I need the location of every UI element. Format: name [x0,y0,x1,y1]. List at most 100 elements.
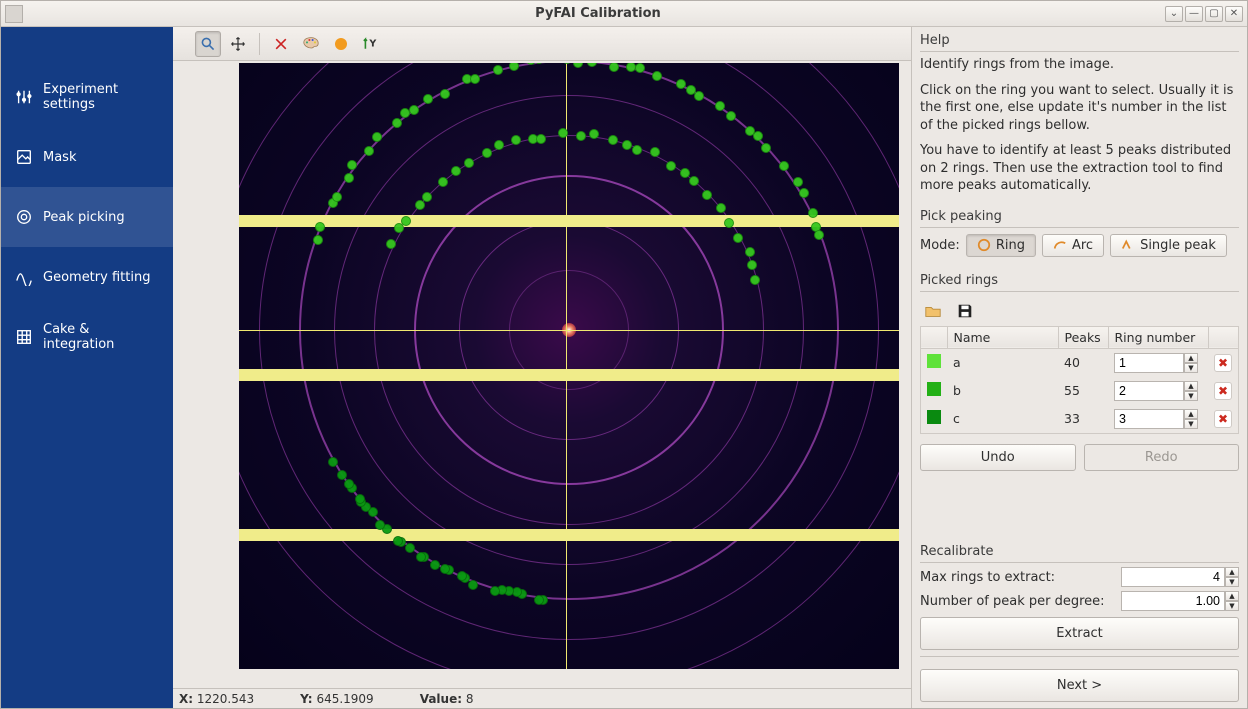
zoom-icon [200,36,216,52]
axis-button[interactable]: Y [358,31,384,57]
window-close-button[interactable]: ✕ [1225,6,1243,22]
sidebar-item-label: Mask [43,150,76,165]
open-button[interactable] [922,300,944,322]
col-ring[interactable]: Ring number [1108,326,1208,348]
sliders-icon [15,88,33,106]
picked-panel: Picked rings Name Peaks Ring number a40▲… [920,273,1239,538]
zoom-button[interactable] [195,31,221,57]
mode-arc-button[interactable]: Arc [1042,234,1104,257]
grid-icon [15,328,33,346]
delete-ring-button[interactable]: ✖ [1214,382,1232,400]
ring-up[interactable]: ▲ [1184,409,1198,419]
sidebar-item-label: Geometry fitting [43,270,150,285]
axis-icon: Y [362,36,380,52]
window-title: PyFAI Calibration [31,6,1165,21]
ppd-input[interactable] [1121,591,1225,611]
mode-row: Mode: Ring Arc Single peak [920,234,1239,257]
color-swatch [927,354,941,368]
max-rings-down[interactable]: ▼ [1225,577,1239,587]
curve-icon [15,268,33,286]
circle-icon [335,38,347,50]
window-maximize-button[interactable]: ▢ [1205,6,1223,22]
ppd-down[interactable]: ▼ [1225,601,1239,611]
app-icon [5,5,23,23]
redo-button[interactable]: Redo [1084,444,1240,471]
help-title: Help [920,33,1239,52]
clear-button[interactable] [268,31,294,57]
table-row[interactable]: c33▲▼✖ [921,405,1239,434]
window-buttons: ⌄ — ▢ ✕ [1165,6,1243,22]
mask-icon [15,148,33,166]
svg-text:Y: Y [368,38,377,49]
ring-down[interactable]: ▼ [1184,419,1198,429]
ppd-label: Number of peak per degree: [920,594,1105,609]
picked-tools [920,296,1239,326]
window-minimize-button[interactable]: — [1185,6,1203,22]
crosshair-vertical [566,63,567,669]
app-body: Experiment settings Mask Peak picking Ge… [1,27,1247,708]
extract-button[interactable]: Extract [920,617,1239,650]
ring-name: a [947,348,1058,377]
col-peaks[interactable]: Peaks [1058,326,1108,348]
ring-up[interactable]: ▲ [1184,381,1198,391]
max-rings-up[interactable]: ▲ [1225,567,1239,577]
sidebar-item-label: Experiment settings [43,82,159,112]
delete-ring-button[interactable]: ✖ [1214,410,1232,428]
sidebar-item-mask[interactable]: Mask [1,127,173,187]
app-window: PyFAI Calibration ⌄ — ▢ ✕ Experiment set… [0,0,1248,709]
color-swatch [927,382,941,396]
table-row[interactable]: a40▲▼✖ [921,348,1239,377]
ring-number-input[interactable] [1114,409,1184,429]
status-value: Value: 8 [420,692,474,706]
undo-redo-row: Undo Redo [920,444,1239,471]
color-swatch [927,410,941,424]
help-panel: Help Identify rings from the image. Clic… [920,33,1239,203]
sidebar-item-cake[interactable]: Cake & integration [1,307,173,367]
x-icon [273,36,289,52]
undo-button[interactable]: Undo [920,444,1076,471]
plot-area [173,61,911,688]
right-panel: Help Identify rings from the image. Clic… [911,27,1247,708]
arc-icon [1053,238,1067,252]
table-row[interactable]: b55▲▼✖ [921,377,1239,405]
palette-button[interactable] [298,31,324,57]
marker-button[interactable] [328,31,354,57]
sidebar: Experiment settings Mask Peak picking Ge… [1,27,173,708]
next-button[interactable]: Next > [920,669,1239,702]
picked-title: Picked rings [920,273,1239,292]
delete-ring-button[interactable]: ✖ [1214,354,1232,372]
pan-button[interactable] [225,31,251,57]
mode-label: Mode: [920,238,960,253]
max-rings-label: Max rings to extract: [920,570,1055,585]
max-rings-input[interactable] [1121,567,1225,587]
next-area: Next > [920,656,1239,702]
sidebar-item-peak-picking[interactable]: Peak picking [1,187,173,247]
single-peak-icon [1121,238,1135,252]
ring-up[interactable]: ▲ [1184,353,1198,363]
ring-down[interactable]: ▼ [1184,391,1198,401]
pick-panel: Pick peaking Mode: Ring Arc Single peak [920,209,1239,267]
target-icon [15,208,33,226]
sidebar-item-experiment[interactable]: Experiment settings [1,67,173,127]
ppd-up[interactable]: ▲ [1225,591,1239,601]
ring-peaks: 55 [1058,377,1108,405]
ring-number-input[interactable] [1114,353,1184,373]
crosshair-horizontal [239,330,899,331]
mode-ring-button[interactable]: Ring [966,234,1036,257]
pick-title: Pick peaking [920,209,1239,228]
status-x: X: 1220.543 [179,692,254,706]
ring-down[interactable]: ▼ [1184,363,1198,373]
diffraction-image[interactable] [239,63,899,669]
mode-single-button[interactable]: Single peak [1110,234,1227,257]
save-button[interactable] [954,300,976,322]
status-y: Y: 645.1909 [300,692,374,706]
sidebar-item-label: Cake & integration [43,322,159,352]
help-text-3: You have to identify at least 5 peaks di… [920,142,1239,195]
window-help-button[interactable]: ⌄ [1165,6,1183,22]
titlebar: PyFAI Calibration ⌄ — ▢ ✕ [1,1,1247,27]
help-text-2: Click on the ring you want to select. Us… [920,82,1239,135]
ring-number-input[interactable] [1114,381,1184,401]
sidebar-item-geometry[interactable]: Geometry fitting [1,247,173,307]
move-icon [230,36,246,52]
col-name[interactable]: Name [947,326,1058,348]
